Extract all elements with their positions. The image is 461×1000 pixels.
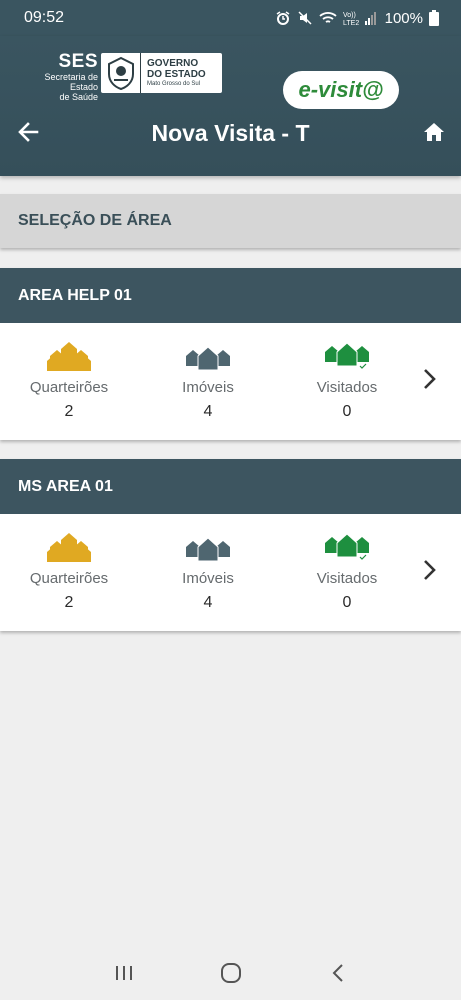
area-card[interactable]: MS AREA 01 Quarteirões 2 Imóveis 4 Visit… <box>0 459 461 631</box>
stat-label: Visitados <box>316 379 378 396</box>
app-header: SES Secretaria de Estado de Saúde GOVERN… <box>0 36 461 176</box>
ses-subtitle-1: Secretaria de Estado <box>44 72 98 92</box>
houses-cluster-icon <box>9 532 129 562</box>
stat-visitados: Visitados 0 <box>287 532 407 612</box>
gov-line-3: Mato Grosso do Sul <box>147 81 201 87</box>
houses-visited-icon <box>287 532 407 562</box>
home-icon <box>424 123 444 141</box>
open-area-button[interactable] <box>416 365 444 393</box>
recent-apps-button[interactable] <box>104 953 144 993</box>
back-nav-button[interactable] <box>318 953 358 993</box>
title-row: Nova Visita - T <box>0 106 461 162</box>
home-nav-button[interactable] <box>211 953 251 993</box>
stat-value: 0 <box>342 403 352 420</box>
area-name: AREA HELP 01 <box>0 268 461 323</box>
stat-visitados: Visitados 0 <box>287 341 407 421</box>
chevron-right-icon <box>424 369 436 389</box>
stat-label: Quarteirões <box>29 570 109 587</box>
status-bar: 09:52 Vo)) LTE2 100% <box>0 0 461 36</box>
svg-text:LTE2: LTE2 <box>343 20 359 26</box>
stat-label: Imóveis <box>182 570 234 587</box>
stat-value: 2 <box>64 403 74 420</box>
lte-signal-icon: Vo))LTE2 <box>343 12 376 26</box>
stat-label: Visitados <box>316 570 378 587</box>
status-icons: Vo)) LTE2 100% <box>275 10 439 27</box>
system-nav-bar <box>0 946 461 1000</box>
stat-quarteiroes: Quarteirões 2 <box>9 532 129 612</box>
brand-row: SES Secretaria de Estado de Saúde GOVERN… <box>0 36 461 109</box>
houses-cluster-icon <box>9 341 129 371</box>
open-area-button[interactable] <box>416 556 444 584</box>
mute-icon <box>298 11 312 25</box>
stat-label: Imóveis <box>182 379 234 396</box>
svg-text:Vo)): Vo)) <box>343 12 356 19</box>
area-stats: Quarteirões 2 Imóveis 4 Visitados 0 <box>0 323 461 440</box>
government-text: GOVERNO DO ESTADO Mato Grosso do Sul <box>141 58 206 88</box>
section-header: SELEÇÃO DE ÁREA <box>0 194 461 248</box>
ses-title: SES <box>58 51 98 72</box>
gov-line-1: GOVERNO <box>147 58 199 69</box>
back-chevron-icon <box>332 964 343 982</box>
status-time: 09:52 <box>24 9 65 26</box>
stat-value: 0 <box>342 594 352 611</box>
houses-visited-icon <box>287 341 407 371</box>
stat-value: 4 <box>203 594 213 611</box>
stat-quarteiroes: Quarteirões 2 <box>9 341 129 421</box>
stat-value: 2 <box>64 594 74 611</box>
alarm-icon <box>276 11 290 25</box>
page-title: Nova Visita - T <box>151 120 310 146</box>
state-crest-icon <box>101 53 141 93</box>
houses-row-icon <box>148 532 268 562</box>
houses-row-icon <box>148 341 268 371</box>
home-circle-icon <box>220 963 241 983</box>
chevron-right-icon <box>424 560 436 580</box>
gov-line-2: DO ESTADO <box>147 69 206 80</box>
stat-imoveis: Imóveis 4 <box>148 532 268 612</box>
battery-icon <box>429 10 439 26</box>
evisit-logo: e-visit@ <box>283 71 399 109</box>
ses-logo: SES Secretaria de Estado de Saúde <box>16 51 98 103</box>
wifi-icon <box>319 12 337 23</box>
stat-imoveis: Imóveis 4 <box>148 341 268 421</box>
ses-subtitle-2: de Saúde <box>59 92 98 102</box>
area-card[interactable]: AREA HELP 01 Quarteirões 2 Imóveis 4 Vis… <box>0 268 461 440</box>
government-badge: GOVERNO DO ESTADO Mato Grosso do Sul <box>101 53 222 93</box>
recent-apps-icon <box>115 966 132 980</box>
battery-percent: 100% <box>384 9 423 27</box>
stat-label: Quarteirões <box>29 379 109 396</box>
area-name: MS AREA 01 <box>0 459 461 514</box>
home-button[interactable] <box>420 118 448 146</box>
stat-value: 4 <box>203 403 213 420</box>
area-stats: Quarteirões 2 Imóveis 4 Visitados 0 <box>0 514 461 631</box>
